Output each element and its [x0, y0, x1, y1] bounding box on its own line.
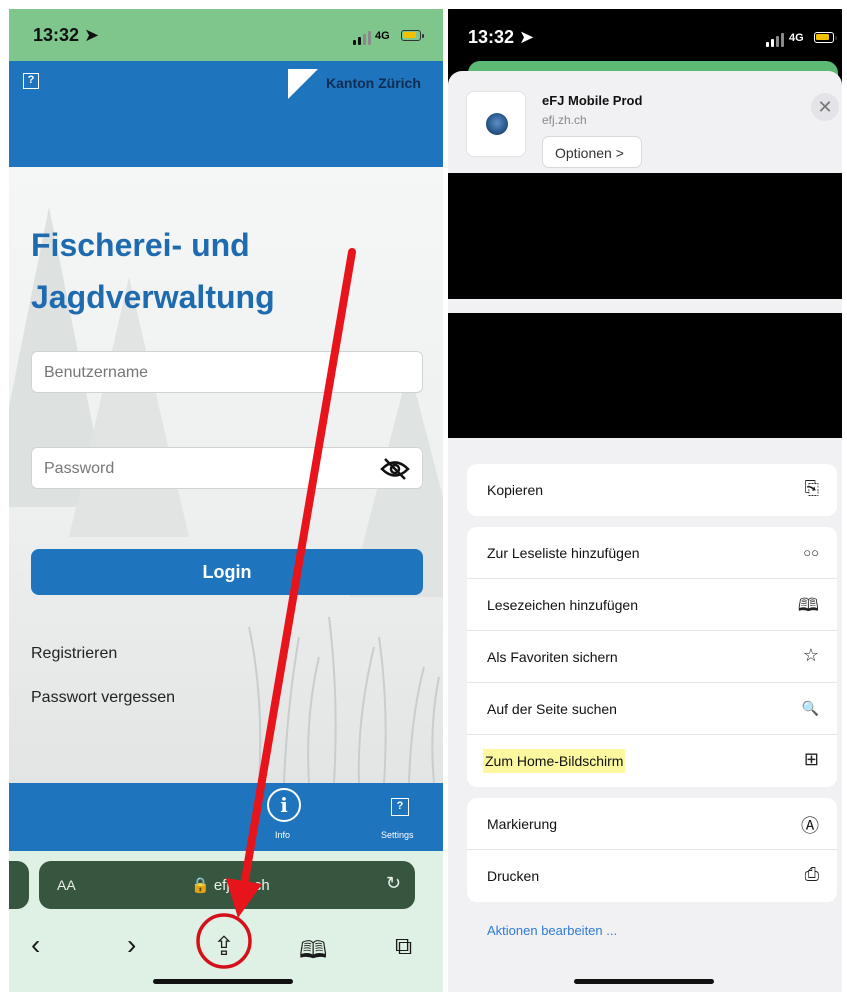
address-bar[interactable]: AA 🔒 efj.zh.ch ↻	[39, 861, 415, 909]
action-reading-list[interactable]: Zur Leseliste hinzufügen ○○	[467, 527, 837, 579]
password-placeholder: Password	[44, 460, 115, 477]
status-time: 13:32 ➤	[468, 27, 535, 47]
help-icon[interactable]: ?	[23, 73, 39, 89]
url-text: 🔒 efj.zh.ch	[191, 877, 270, 894]
share-sheet: eFJ Mobile Prod efj.zh.ch Optionen > ✕ K…	[448, 71, 842, 992]
eye-slash-icon[interactable]	[380, 458, 410, 480]
home-indicator	[153, 979, 293, 984]
login-form: Fischerei- und Jagdverwaltung Benutzerna…	[9, 167, 443, 783]
copy-icon: ⎘	[804, 478, 819, 498]
action-find-on-page[interactable]: Auf der Seite suchen 🔍	[467, 683, 837, 735]
battery-icon	[401, 30, 424, 41]
kanton-logo-icon	[288, 69, 318, 99]
share-icon[interactable]: ⇪	[213, 931, 235, 962]
efj-logo-icon	[486, 113, 508, 135]
password-input[interactable]: Password	[31, 447, 423, 489]
app-footer: i Info ? Settings	[9, 783, 443, 851]
action-group-other: Markierung Ⓐ Drucken ⎙	[467, 798, 837, 902]
register-link[interactable]: Registrieren	[31, 645, 117, 663]
action-copy[interactable]: Kopieren ⎘	[467, 464, 837, 516]
book-icon: 🕮	[797, 595, 819, 615]
settings-label: Settings	[381, 830, 414, 840]
network-label: 4G	[789, 32, 804, 44]
forgot-password-link[interactable]: Passwort vergessen	[31, 689, 175, 707]
action-label: Als Favoriten sichern	[487, 649, 618, 665]
action-print[interactable]: Drucken ⎙	[467, 850, 837, 902]
page-title: Fischerei- und Jagdverwaltung	[31, 219, 275, 323]
action-label: Lesezeichen hinzufügen	[487, 597, 639, 613]
network-label: 4G	[375, 30, 390, 42]
bookmarks-icon[interactable]: 🕮	[299, 933, 327, 974]
action-group-copy: Kopieren ⎘	[467, 464, 837, 516]
shared-app-url: efj.zh.ch	[542, 113, 587, 127]
close-icon[interactable]: ✕	[811, 93, 839, 121]
previous-tab-bar[interactable]	[9, 861, 29, 909]
star-icon: ☆	[802, 645, 819, 665]
left-phone-screen: 13:32 ➤ 4G ? Kanton Zürich Fischerei- un…	[9, 9, 443, 992]
action-add-favorite[interactable]: Als Favoriten sichern ☆	[467, 631, 837, 683]
reeds-decoration-icon	[248, 616, 440, 783]
redacted-area	[448, 173, 842, 299]
home-indicator	[574, 979, 714, 984]
status-bar: 13:32 ➤ 4G	[9, 9, 443, 61]
status-time: 13:32 ➤	[33, 25, 100, 45]
action-label: Zum Home-Bildschirm	[483, 749, 626, 773]
markup-pen-icon: Ⓐ	[801, 816, 819, 836]
printer-icon: ⎙	[804, 864, 819, 884]
info-icon[interactable]: i	[267, 788, 301, 822]
reload-icon[interactable]: ↻	[386, 873, 401, 894]
app-icon	[466, 91, 526, 157]
add-square-icon: ⊞	[803, 749, 819, 769]
action-label: Markierung	[487, 816, 558, 832]
kanton-label: Kanton Zürich	[326, 75, 421, 91]
signal-icon	[766, 33, 784, 47]
right-phone-screen: 13:32 ➤ 4G eFJ Mobile Prod efj.zh.ch Opt…	[448, 9, 842, 992]
tabs-icon[interactable]: ⧉	[395, 933, 412, 961]
login-button[interactable]: Login	[31, 549, 423, 595]
battery-icon	[814, 32, 837, 43]
action-add-to-home-screen[interactable]: Zum Home-Bildschirm ⊞	[467, 735, 837, 787]
username-input[interactable]: Benutzername	[31, 351, 423, 393]
action-markup[interactable]: Markierung Ⓐ	[467, 798, 837, 850]
info-label: Info	[275, 830, 291, 840]
title-line-1: Fischerei- und	[31, 227, 250, 263]
reader-aa-button[interactable]: AA	[57, 877, 76, 893]
back-icon[interactable]: ‹	[31, 929, 40, 961]
title-line-2: Jagdverwaltung	[31, 279, 275, 315]
action-group-main: Zur Leseliste hinzufügen ○○ Lesezeichen …	[467, 527, 837, 787]
glasses-icon: ○○	[803, 545, 819, 560]
search-doc-icon: 🔍	[801, 700, 819, 716]
options-button[interactable]: Optionen >	[542, 136, 642, 168]
action-add-bookmark[interactable]: Lesezeichen hinzufügen 🕮	[467, 579, 837, 631]
redacted-area	[448, 313, 842, 438]
settings-icon[interactable]: ?	[391, 798, 409, 816]
edit-actions-link[interactable]: Aktionen bearbeiten ...	[487, 923, 617, 938]
action-label: Zur Leseliste hinzufügen	[487, 545, 640, 561]
action-label: Kopieren	[487, 482, 544, 498]
shared-app-name: eFJ Mobile Prod	[542, 93, 643, 108]
action-label: Drucken	[487, 868, 540, 884]
forward-icon[interactable]: ›	[127, 929, 136, 961]
app-header: ? Kanton Zürich	[9, 61, 443, 167]
safari-toolbar: AA 🔒 efj.zh.ch ↻ ‹ › ⇪ 🕮 ⧉	[9, 851, 443, 992]
signal-icon	[353, 31, 371, 45]
action-label: Auf der Seite suchen	[487, 701, 617, 717]
